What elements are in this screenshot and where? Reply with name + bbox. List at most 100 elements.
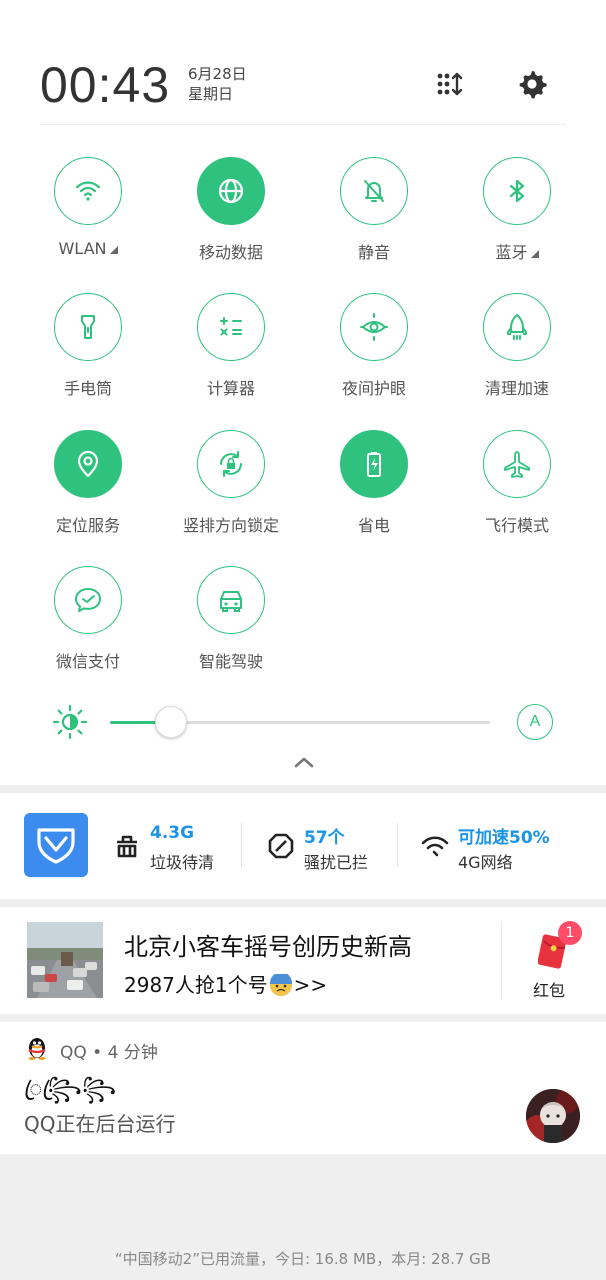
globe-icon: [218, 178, 244, 204]
globe-icon-button[interactable]: [197, 157, 265, 225]
news-subtitle-text: 2987人抢1个号: [124, 973, 268, 997]
stat-value: 可加速50%: [458, 828, 550, 848]
tile-label: 手电筒: [33, 375, 143, 399]
trash-icon: [117, 835, 137, 858]
date-display: 6月28日 星期日: [188, 64, 247, 104]
tile-label-text: 飞行模式: [484, 516, 549, 535]
block-icon: [268, 833, 294, 859]
tile-label-text: 手电筒: [63, 379, 112, 398]
chevron-up-icon[interactable]: [290, 748, 318, 776]
battery-saver-icon: [367, 452, 381, 477]
car-icon-button[interactable]: [197, 566, 265, 634]
wifi-icon: [75, 181, 101, 201]
tile-label-text: 竖排方向锁定: [182, 516, 279, 535]
tile-globe[interactable]: 移动数据: [176, 157, 286, 263]
flashlight-icon: [81, 315, 95, 339]
tile-rotation-lock[interactable]: 竖排方向锁定: [176, 430, 286, 536]
auto-brightness-button[interactable]: A: [517, 704, 553, 740]
eye-care-icon-button[interactable]: [340, 293, 408, 361]
battery-saver-icon-button[interactable]: [340, 430, 408, 498]
security-card[interactable]: 4.3G 垃圾待清 57个 骚扰已拦 可加速50% 4G网络: [0, 793, 606, 899]
wifi-icon-button[interactable]: [54, 157, 122, 225]
tile-calculator[interactable]: 计算器: [176, 293, 286, 399]
notification-message: QQ正在后台运行: [24, 1112, 176, 1136]
quick-settings-panel: 00:43 6月28日 星期日 WLAN 移动数据 静音 蓝牙手电筒 计算器 夜间护眼 清理…: [0, 0, 606, 785]
bell-off-icon: [364, 180, 384, 202]
edit-tiles-icon[interactable]: [433, 66, 469, 102]
tile-rocket[interactable]: 清理加速: [462, 293, 572, 399]
tile-label-text: 静音: [357, 243, 390, 262]
tile-bluetooth[interactable]: 蓝牙: [462, 157, 572, 263]
brightness-slider-thumb[interactable]: [154, 706, 187, 738]
news-thumbnail: [27, 922, 103, 998]
brightness-slider[interactable]: [110, 706, 490, 738]
tile-label: 计算器: [176, 375, 286, 399]
tile-location[interactable]: 定位服务: [33, 430, 143, 536]
qq-penguin-icon: [28, 1038, 46, 1060]
header-divider: [40, 124, 566, 125]
data-usage-footer: “中国移动2”已用流量，今日: 16.8 MB，本月: 28.7 GB: [114, 1250, 492, 1268]
flashlight-icon-button[interactable]: [54, 293, 122, 361]
brightness-icon: [52, 704, 88, 740]
rocket-icon: [507, 314, 527, 340]
tile-airplane[interactable]: 飞行模式: [462, 430, 572, 536]
tile-label: WLAN: [33, 239, 143, 258]
car-icon: [220, 591, 242, 612]
stat-value: 57个: [304, 828, 345, 848]
location-icon: [77, 450, 99, 478]
tile-wifi[interactable]: WLAN: [33, 157, 143, 258]
stat-divider: [397, 823, 398, 867]
airplane-icon-button[interactable]: [483, 430, 551, 498]
location-icon-button[interactable]: [54, 430, 122, 498]
stat-label: 4G网络: [458, 853, 513, 872]
network-boost-icon: [421, 836, 449, 857]
tile-flashlight[interactable]: 手电筒: [33, 293, 143, 399]
bluetooth-icon: [509, 179, 525, 203]
tile-bell-off[interactable]: 静音: [319, 157, 429, 263]
tile-battery-saver[interactable]: 省电: [319, 430, 429, 536]
tile-label: 蓝牙: [462, 239, 572, 263]
wechat-pay-icon-button[interactable]: [54, 566, 122, 634]
airplane-icon: [504, 451, 530, 478]
tile-label: 竖排方向锁定: [176, 512, 286, 536]
news-subtitle: 2987人抢1个号 >>: [124, 969, 327, 998]
stat-label: 垃圾待清: [150, 853, 215, 872]
date-text: 6月28日: [188, 65, 247, 83]
clock-time: 00:43: [40, 57, 171, 113]
tile-label: 夜间护眼: [319, 375, 429, 399]
tile-wechat-pay[interactable]: 微信支付: [33, 566, 143, 672]
stat-divider: [241, 823, 242, 867]
rocket-icon-button[interactable]: [483, 293, 551, 361]
stat-label: 骚扰已拦: [304, 853, 369, 872]
tile-eye-care[interactable]: 夜间护眼: [319, 293, 429, 399]
wechat-pay-icon: [75, 588, 101, 612]
redpack-label[interactable]: 红包: [533, 977, 565, 1001]
brightness-slider-fill: [110, 721, 156, 724]
news-card[interactable]: 北京小客车摇号创历史新高 2987人抢1个号 >> 1 红包: [0, 907, 606, 1014]
redpack-divider: [501, 922, 502, 999]
bluetooth-icon-button[interactable]: [483, 157, 551, 225]
tile-label-text: WLAN: [58, 239, 107, 258]
sweat-emoji-icon: [269, 974, 292, 996]
tile-car[interactable]: 智能驾驶: [176, 566, 286, 672]
stat-value: 4.3G: [150, 823, 195, 843]
expand-corner-icon[interactable]: [530, 250, 539, 258]
qq-notification[interactable]: QQ • 4 分钟 ꦿ꧂ꦿ꧂ QQ正在后台运行: [0, 1022, 606, 1154]
tile-label-text: 定位服务: [55, 516, 120, 535]
eye-care-icon: [360, 313, 388, 341]
rotation-lock-icon: [220, 451, 242, 477]
settings-gear-icon[interactable]: [514, 66, 550, 102]
tile-label-text: 移动数据: [198, 243, 263, 262]
notification-badge: 1: [558, 921, 582, 945]
news-title: 北京小客车摇号创历史新高: [124, 933, 412, 961]
tile-label: 定位服务: [33, 512, 143, 536]
avatar: [526, 1089, 580, 1143]
rotation-lock-icon-button[interactable]: [197, 430, 265, 498]
bell-off-icon-button[interactable]: [340, 157, 408, 225]
tile-label-text: 清理加速: [484, 379, 549, 398]
tile-label: 飞行模式: [462, 512, 572, 536]
tile-label: 省电: [319, 512, 429, 536]
calculator-icon-button[interactable]: [197, 293, 265, 361]
tile-label-text: 智能驾驶: [198, 652, 263, 671]
expand-corner-icon[interactable]: [109, 246, 118, 254]
